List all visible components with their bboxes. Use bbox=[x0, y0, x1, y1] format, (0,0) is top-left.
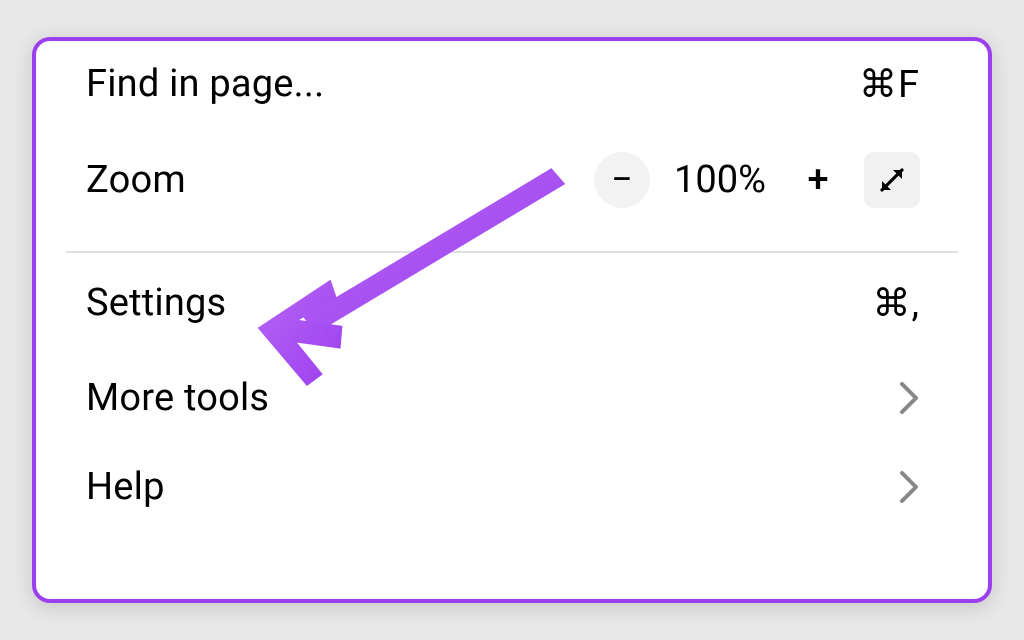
chevron-right-icon bbox=[898, 469, 920, 505]
more-tools-item[interactable]: More tools bbox=[36, 353, 988, 443]
fullscreen-icon bbox=[876, 164, 908, 196]
zoom-item: Zoom − 100% + bbox=[36, 119, 988, 241]
zoom-in-button[interactable]: + bbox=[790, 152, 846, 208]
zoom-out-button[interactable]: − bbox=[594, 152, 650, 208]
settings-shortcut: ⌘, bbox=[873, 281, 920, 326]
more-tools-label: More tools bbox=[86, 376, 269, 420]
help-item[interactable]: Help bbox=[36, 443, 988, 530]
find-in-page-item[interactable]: Find in page... ⌘F bbox=[36, 41, 988, 119]
fullscreen-button[interactable] bbox=[864, 152, 920, 208]
browser-menu-panel: Find in page... ⌘F Zoom − 100% + Settin bbox=[32, 37, 992, 603]
minus-icon: − bbox=[611, 158, 633, 202]
plus-icon: + bbox=[807, 158, 828, 202]
find-in-page-label: Find in page... bbox=[86, 62, 324, 106]
find-in-page-shortcut: ⌘F bbox=[859, 62, 920, 107]
zoom-controls: − 100% + bbox=[594, 152, 920, 208]
chevron-right-icon bbox=[898, 380, 920, 416]
zoom-label: Zoom bbox=[86, 158, 186, 202]
help-label: Help bbox=[86, 465, 165, 509]
settings-label: Settings bbox=[86, 281, 226, 325]
settings-item[interactable]: Settings ⌘, bbox=[36, 253, 988, 353]
zoom-value: 100% bbox=[664, 158, 776, 202]
